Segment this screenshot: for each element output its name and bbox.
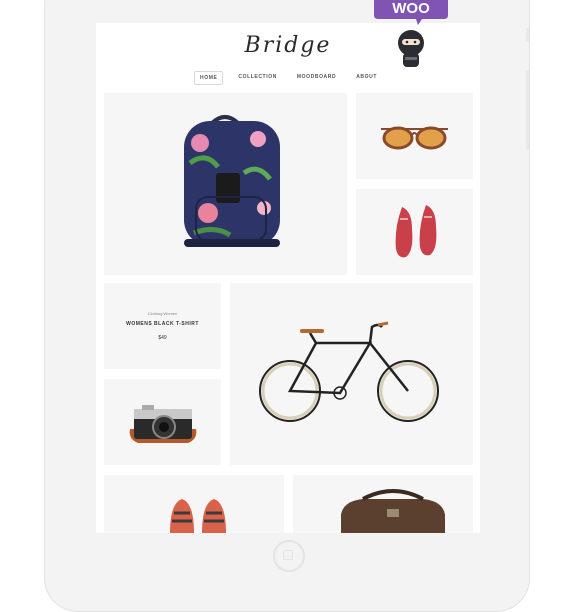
- product-tile-bicycle[interactable]: [230, 283, 473, 465]
- volume-button: [526, 70, 529, 150]
- woocommerce-ninja-badge: WOO: [374, 0, 448, 67]
- product-tile-backpack[interactable]: [104, 93, 347, 275]
- nav-home[interactable]: HOME: [194, 71, 224, 85]
- nav-about[interactable]: ABOUT: [351, 71, 382, 85]
- product-name[interactable]: WOMENS BLACK T-SHIRT: [126, 321, 199, 327]
- website-screen: Bridge HOME COLLECTION MOODBOARD ABOUT C…: [96, 23, 480, 533]
- product-tile-espadrilles[interactable]: [104, 475, 284, 533]
- woo-logo-text: WOO: [392, 0, 430, 17]
- bicycle-icon: [259, 321, 439, 422]
- home-button[interactable]: [273, 540, 305, 572]
- side-button: [526, 28, 529, 42]
- main-nav: HOME COLLECTION MOODBOARD ABOUT: [96, 71, 480, 85]
- product-tile-sunglasses[interactable]: [356, 93, 473, 179]
- product-tile-bag[interactable]: [293, 475, 473, 533]
- shoes-icon: [395, 205, 437, 258]
- leather-bag-icon: [341, 489, 445, 533]
- sunglasses-icon: [381, 126, 448, 150]
- backpack-icon: [184, 115, 280, 247]
- nav-collection[interactable]: COLLECTION: [233, 71, 282, 85]
- product-tile-camera[interactable]: [104, 379, 221, 465]
- product-tile-shoes[interactable]: [356, 189, 473, 275]
- espadrilles-icon: [170, 499, 226, 533]
- product-info-card[interactable]: Clothing Women WOMENS BLACK T-SHIRT $49: [104, 283, 221, 369]
- product-price: $49: [158, 335, 167, 341]
- camera-icon: [129, 405, 197, 443]
- nav-moodboard[interactable]: MOODBOARD: [292, 71, 341, 85]
- product-category: Clothing Women: [147, 311, 178, 316]
